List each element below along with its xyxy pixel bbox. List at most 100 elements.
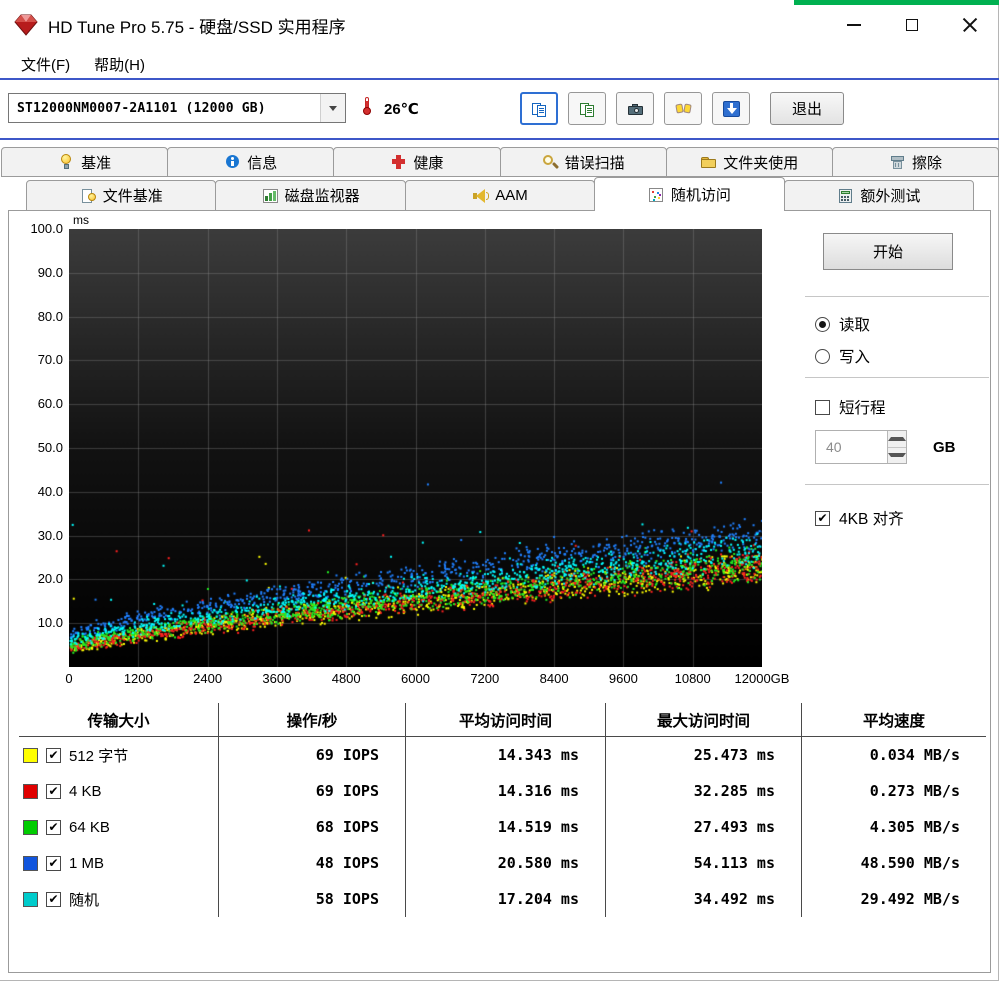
table-row-label: ✔ 随机 [19, 881, 219, 917]
x-axis-tick: 12000GB [727, 671, 797, 686]
y-axis-tick: 70.0 [11, 352, 63, 367]
table-cell-iops: 69 IOPS [219, 737, 406, 773]
table-cell-iops: 58 IOPS [219, 881, 406, 917]
drive-selector[interactable]: ST12000NM0007-2A1101 (12000 GB) [8, 93, 346, 123]
tab-random-access[interactable]: 随机访问 [594, 177, 784, 211]
table-row-label: ✔1 MB [19, 845, 219, 881]
menu-help[interactable]: 帮助(H) [85, 51, 154, 78]
close-icon [962, 17, 978, 33]
tab-row-1: 基准信息健康 错误扫描 文件夹使用擦除 [0, 147, 999, 177]
random-icon [648, 187, 665, 203]
series-checkbox[interactable]: ✔ [46, 820, 61, 835]
align-option[interactable]: ✔ 4KB 对齐 [815, 503, 989, 533]
tab-benchmark[interactable]: 基准 [1, 147, 168, 177]
tab-label: 文件基准 [103, 185, 163, 206]
table-cell-speed: 48.590 MB/s [802, 845, 986, 881]
tab-folder-usage[interactable]: 文件夹使用 [666, 147, 833, 177]
tab-label: AAM [495, 187, 528, 204]
tab-erase[interactable]: 擦除 [832, 147, 999, 177]
table-row-label: ✔ 64 KB [19, 809, 219, 845]
submit-results-button[interactable] [664, 92, 702, 125]
calc-icon [837, 188, 854, 204]
save-results-button[interactable] [712, 92, 750, 125]
y-axis: 100.090.080.070.060.050.040.030.020.010.… [11, 211, 63, 681]
maximize-button[interactable] [883, 0, 941, 50]
series-checkbox[interactable]: ✔ [46, 892, 61, 907]
read-label: 读取 [839, 313, 870, 335]
series-checkbox[interactable]: ✔ [46, 784, 61, 799]
series-color-swatch [23, 748, 38, 763]
tab-extra-tests[interactable]: 额外测试 [784, 180, 974, 211]
x-axis-tick: 2400 [173, 671, 243, 686]
series-label: 64 KB [69, 819, 110, 836]
column-header: 平均速度 [802, 703, 986, 737]
tab-aam[interactable]: AAM [405, 180, 595, 211]
tab-label: 错误扫描 [565, 152, 625, 173]
write-label: 写入 [839, 345, 870, 367]
tab-info[interactable]: 信息 [167, 147, 334, 177]
read-option[interactable]: 读取 [815, 309, 989, 339]
table-cell-max: 25.473 ms [606, 737, 802, 773]
separator [805, 377, 989, 378]
x-axis-tick: 3600 [242, 671, 312, 686]
top-green-strip [794, 0, 999, 5]
tab-file-benchmark[interactable]: 文件基准 [26, 180, 216, 211]
temperature-value: 26℃ [384, 100, 419, 118]
info-icon [224, 154, 241, 170]
table-cell-avg: 20.580 ms [406, 845, 606, 881]
series-checkbox[interactable]: ✔ [46, 748, 61, 763]
write-option[interactable]: 写入 [815, 341, 989, 371]
capacity-unit-label: GB [933, 439, 956, 456]
test-controls: 开始 读取 写入 短行程 [805, 227, 989, 533]
column-header: 最大访问时间 [606, 703, 802, 737]
spin-up-button[interactable] [888, 431, 906, 448]
x-axis-tick: 0 [34, 671, 104, 686]
column-header: 平均访问时间 [406, 703, 606, 737]
y-axis-tick: 40.0 [11, 484, 63, 499]
table-row-label: ✔512 字节 [19, 737, 219, 773]
drive-name: ST12000NM0007-2A1101 (12000 GB) [9, 101, 266, 116]
maximize-icon [906, 19, 918, 31]
y-axis-tick: 20.0 [11, 571, 63, 586]
separator [805, 484, 989, 485]
tab-disk-monitor[interactable]: 磁盘监视器 [215, 180, 405, 211]
capacity-spinner[interactable] [815, 430, 907, 464]
table-row-label: ✔ 4 KB [19, 773, 219, 809]
short-stroke-checkbox[interactable] [815, 400, 830, 415]
column-header: 操作/秒 [219, 703, 406, 737]
menu-file[interactable]: 文件(F) [12, 51, 79, 78]
series-label: 随机 [69, 889, 99, 910]
read-radio[interactable] [815, 317, 830, 332]
write-radio[interactable] [815, 349, 830, 364]
table-cell-speed: 0.034 MB/s [802, 737, 986, 773]
x-axis-tick: 1200 [103, 671, 173, 686]
align-checkbox[interactable]: ✔ [815, 511, 830, 526]
exit-button[interactable]: 退出 [770, 92, 844, 125]
chevron-down-icon[interactable] [320, 94, 345, 122]
short-stroke-label: 短行程 [839, 396, 886, 418]
hd-tune-window: HD Tune Pro 5.75 - 硬盘/SSD 实用程序 文件(F) 帮助(… [0, 0, 999, 981]
screenshot-button[interactable] [616, 92, 654, 125]
copy-text-button[interactable] [568, 92, 606, 125]
tab-error-scan[interactable]: 错误扫描 [500, 147, 667, 177]
minimize-button[interactable] [825, 0, 883, 50]
spin-down-button[interactable] [888, 448, 906, 464]
series-color-swatch [23, 820, 38, 835]
capacity-input[interactable] [816, 431, 882, 463]
series-label: 4 KB [69, 783, 102, 800]
results-table: 传输大小操作/秒平均访问时间最大访问时间平均速度✔512 字节69 IOPS14… [19, 703, 986, 917]
table-cell-iops: 48 IOPS [219, 845, 406, 881]
toolbar: ST12000NM0007-2A1101 (12000 GB) 26℃ 退出 [0, 80, 999, 138]
close-button[interactable] [941, 0, 999, 50]
copy-image-button[interactable] [520, 92, 558, 125]
short-stroke-option[interactable]: 短行程 [815, 392, 989, 422]
start-button[interactable]: 开始 [823, 233, 953, 270]
series-checkbox[interactable]: ✔ [46, 856, 61, 871]
table-cell-max: 34.492 ms [606, 881, 802, 917]
chevron-up-icon [888, 437, 906, 441]
filebulb-icon [80, 188, 97, 204]
table-cell-max: 54.113 ms [606, 845, 802, 881]
tab-health[interactable]: 健康 [333, 147, 500, 177]
speaker-icon [472, 188, 489, 204]
column-header: 传输大小 [19, 703, 219, 737]
